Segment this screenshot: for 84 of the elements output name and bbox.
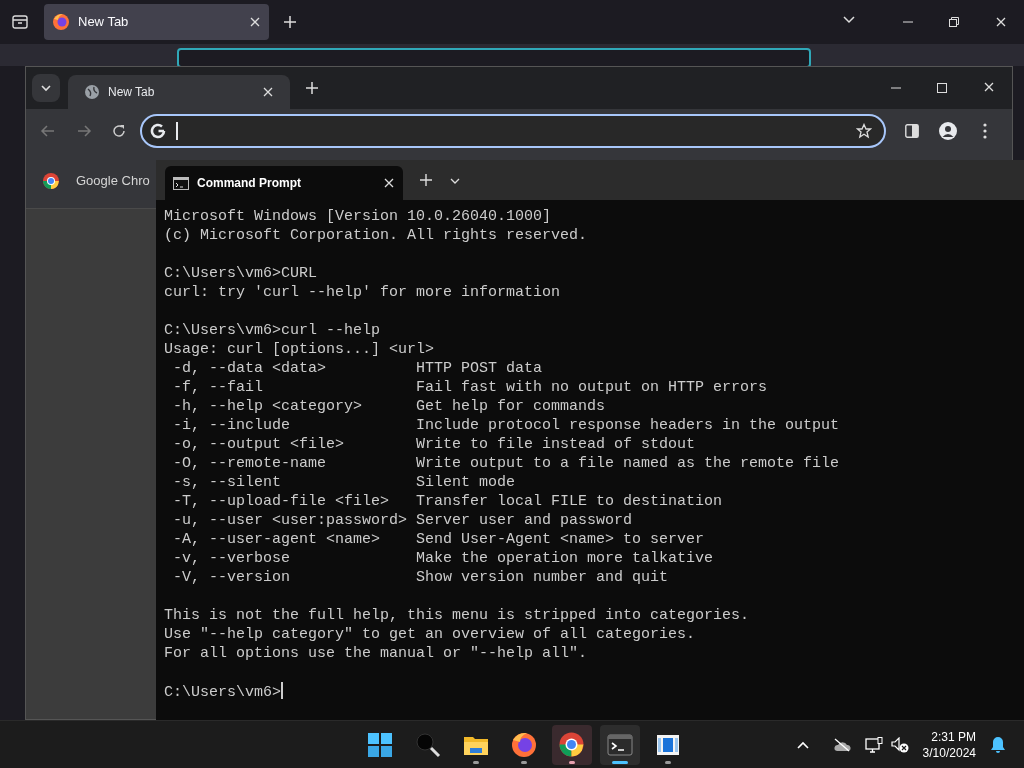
globe-icon [84, 84, 100, 100]
clock-time[interactable]: 2:31 PM [922, 728, 976, 745]
star-icon[interactable] [856, 123, 872, 139]
tab-title: New Tab [108, 84, 156, 101]
console-line: Use "--help category" to get an overview of all categories. [164, 625, 697, 644]
console-line: C:\Users\vm6>CURL [164, 264, 319, 283]
google-icon [150, 123, 166, 139]
chevron-up-icon[interactable] [796, 740, 809, 749]
option-description: Send User-Agent <name> to server [416, 531, 705, 548]
bell-icon[interactable] [990, 735, 1006, 754]
maximize-icon[interactable] [937, 83, 947, 93]
firefox-icon [510, 730, 538, 759]
chrome-icon [558, 730, 586, 759]
close-icon[interactable] [983, 81, 995, 93]
clock-date[interactable]: 3/10/2024 [922, 744, 976, 761]
browser-tab[interactable]: New Tab [68, 75, 290, 109]
close-icon[interactable] [383, 177, 395, 189]
cloud-off-icon[interactable] [832, 737, 851, 752]
option-name: -u, --user <user:password> [172, 511, 409, 530]
side-panel-icon[interactable] [905, 124, 919, 138]
tab-list-icon[interactable] [12, 15, 28, 29]
terminal-tab[interactable]: Command Prompt [165, 166, 403, 200]
console-line: (c) Microsoft Corporation. All rights reserved. [164, 226, 589, 245]
profile-icon[interactable] [939, 122, 957, 140]
option-description: Make the operation more talkative [416, 550, 714, 567]
restore-icon[interactable] [949, 17, 959, 27]
option-description: Fail fast with no output on HTTP errors [416, 379, 768, 396]
option-description: Show version number and quit [416, 569, 669, 586]
close-icon[interactable] [995, 16, 1007, 28]
console-line: For all options use the manual or "--help all". [164, 644, 589, 663]
dropdown-icon[interactable] [450, 177, 460, 185]
option-description: Transfer local FILE to destination [416, 493, 723, 510]
url-field[interactable] [177, 48, 811, 68]
option-name: -o, --output <file> [172, 435, 346, 454]
console-line: C:\Users\vm6>curl --help [164, 321, 382, 340]
option-name: -d, --data <data> [172, 359, 328, 378]
option-name: -h, --help <category> [172, 397, 364, 416]
console-icon [173, 176, 189, 190]
menu-icon[interactable] [983, 123, 987, 139]
firefox-icon [52, 13, 70, 31]
option-name: -T, --upload-file <file> [172, 492, 391, 511]
option-description: Write to file instead of stdout [416, 436, 696, 453]
search-icon [414, 730, 442, 759]
option-name: -V, --version [172, 568, 292, 587]
taskbar-button[interactable] [552, 724, 592, 765]
volume-muted-icon[interactable] [890, 736, 909, 753]
tab-title: Command Prompt [197, 175, 302, 192]
option-name: -s, --silent [172, 473, 283, 492]
network-icon[interactable] [864, 736, 883, 753]
forward-icon[interactable] [76, 124, 92, 138]
option-description: Write output to a file named as the remote file [416, 455, 840, 472]
text-cursor [281, 682, 284, 699]
browser-tab[interactable]: New Tab [44, 4, 269, 40]
option-name: -f, --fail [172, 378, 264, 397]
tab-search-button[interactable] [32, 74, 60, 102]
option-description: Server user and password [416, 512, 633, 529]
option-description: Silent mode [416, 474, 516, 491]
address-field[interactable] [140, 114, 886, 148]
reload-icon[interactable] [112, 124, 126, 138]
option-name: -O, --remote-name [172, 454, 328, 473]
console-line: This is not the full help, this menu is stripped into categories. [164, 606, 751, 625]
console-prompt: C:\Users\vm6> [164, 684, 282, 701]
option-name: -v, --verbose [172, 549, 292, 568]
list-all-tabs-icon[interactable] [843, 14, 855, 24]
bookmark-link[interactable]: Google Chro [76, 170, 150, 191]
option-description: HTTP POST data [416, 360, 543, 377]
taskbar-button[interactable] [600, 724, 640, 765]
new-tab-icon[interactable] [305, 81, 319, 95]
console-line: curl: try 'curl --help' for more information [164, 283, 562, 302]
chrome-icon [42, 171, 60, 190]
close-icon[interactable] [249, 16, 261, 28]
start-icon [366, 730, 394, 759]
option-name: -i, --include [172, 416, 292, 435]
console-line: Usage: curl [options...] <url> [164, 340, 436, 359]
back-icon[interactable] [40, 124, 56, 138]
tab-title: New Tab [78, 13, 130, 32]
new-tab-icon[interactable] [420, 174, 432, 186]
console-line: Microsoft Windows [Version 10.0.26040.1000] [164, 207, 553, 226]
option-description: Include protocol response headers in the output [416, 417, 840, 434]
option-name: -A, --user-agent <name> [172, 530, 382, 549]
close-icon[interactable] [262, 86, 274, 98]
caret-icon [41, 84, 51, 92]
new-tab-icon[interactable] [283, 15, 297, 29]
option-description: Get help for commands [416, 398, 606, 415]
